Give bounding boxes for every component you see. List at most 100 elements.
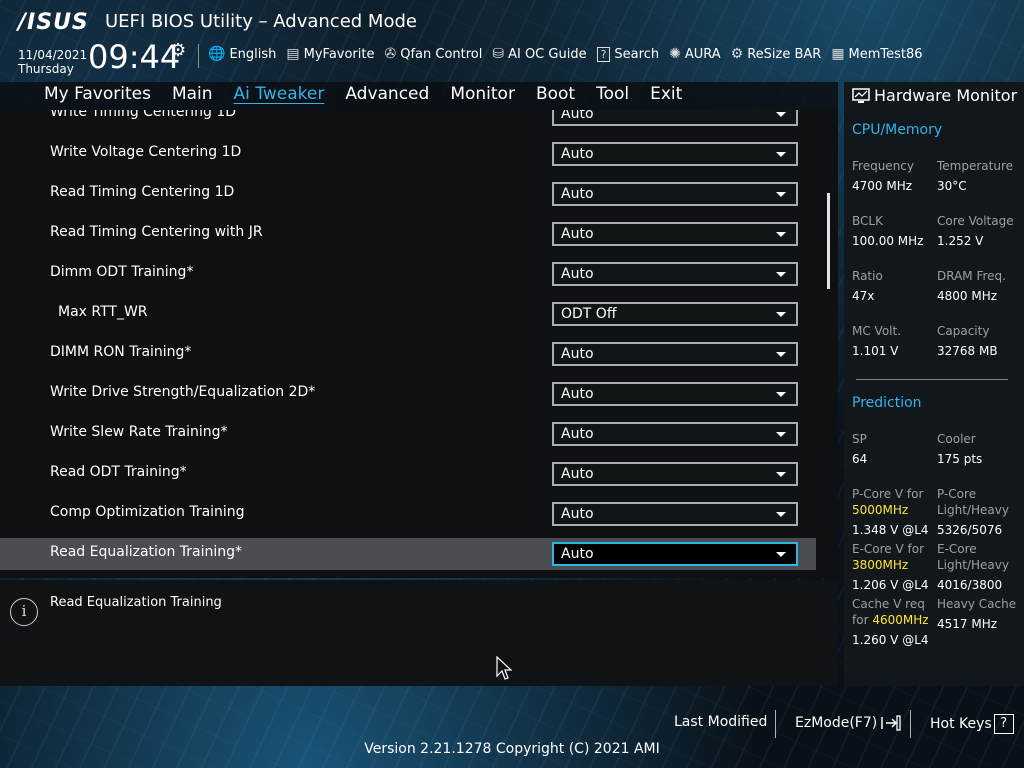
toolbar-label: MemTest86: [848, 46, 923, 62]
setting-label: Read Equalization Training*: [50, 544, 243, 560]
dropdown-arrow-icon: [776, 232, 786, 237]
ai-oc-icon: ⛁: [492, 46, 505, 62]
mc-volt-value: 1.101 V: [852, 344, 899, 358]
ecore-lh-value: 4016/3800: [937, 578, 1003, 592]
heavy-cache-value: 4517 MHz: [937, 617, 998, 631]
ezmode-button[interactable]: EzMode(F7): [795, 714, 902, 732]
dropdown-arrow-icon: [776, 432, 786, 437]
last-modified-button[interactable]: Last Modified: [674, 714, 767, 730]
setting-dropdown[interactable]: Auto: [552, 422, 798, 446]
setting-row[interactable]: Read Equalization Training* Auto: [0, 538, 816, 570]
ecore-v-value: 1.206 V @L4: [852, 578, 929, 592]
clock-settings-gear-icon[interactable]: ⚙: [170, 40, 186, 61]
dram-freq-value: 4800 MHz: [937, 289, 998, 303]
clock[interactable]: 09:44: [88, 38, 180, 76]
setting-dropdown[interactable]: Auto: [552, 182, 798, 206]
scrollbar[interactable]: [827, 193, 830, 289]
setting-value: ODT Off: [561, 306, 617, 322]
sp-value: 64: [852, 452, 868, 466]
tab-exit[interactable]: Exit: [650, 84, 703, 104]
setting-row[interactable]: Read Timing Centering with JR Auto: [0, 218, 816, 250]
core-voltage-label: Core Voltage: [937, 214, 1014, 228]
tab-tool[interactable]: Tool: [596, 84, 650, 104]
setting-dropdown[interactable]: Auto: [552, 262, 798, 286]
dropdown-arrow-icon: [776, 552, 786, 557]
help-question-icon: ?: [993, 714, 1014, 734]
setting-dropdown[interactable]: Auto: [552, 110, 798, 126]
bclk-label: BCLK: [852, 214, 883, 228]
setting-value: Auto: [561, 506, 594, 522]
cache-v-freq: 4600MHz: [872, 613, 929, 627]
setting-label: Write Drive Strength/Equalization 2D*: [50, 384, 316, 400]
toolbar-resize-bar[interactable]: ⚙ ReSize BAR: [731, 46, 822, 62]
setting-row[interactable]: DIMM RON Training* Auto: [0, 338, 816, 370]
core-voltage-value: 1.252 V: [937, 234, 984, 248]
globe-icon: 🌐: [208, 46, 226, 62]
cache-v-for-text: for: [852, 613, 869, 627]
setting-dropdown[interactable]: Auto: [552, 382, 798, 406]
setting-label: DIMM RON Training*: [50, 344, 192, 360]
setting-dropdown[interactable]: Auto: [552, 222, 798, 246]
toolbar-myfavorite[interactable]: ▤ MyFavorite: [286, 46, 374, 62]
hardware-monitor-title: Hardware Monitor: [852, 86, 1017, 105]
setting-dropdown[interactable]: Auto: [552, 342, 798, 366]
toolbar-search[interactable]: ? Search: [596, 46, 659, 62]
setting-value: Auto: [561, 146, 594, 162]
dropdown-arrow-icon: [776, 472, 786, 477]
menu-tabs: My Favorites Main Ai Tweaker Advanced Monito…: [44, 84, 703, 104]
cache-v-label-1: Cache V req: [852, 597, 925, 611]
heavy-cache-label: Heavy Cache: [937, 597, 1017, 611]
setting-row[interactable]: Write Slew Rate Training* Auto: [0, 418, 816, 450]
setting-row[interactable]: Write Timing Centering 1D Auto: [0, 110, 816, 130]
setting-value: Auto: [561, 466, 594, 482]
dropdown-arrow-icon: [776, 152, 786, 157]
setting-row[interactable]: Comp Optimization Training Auto: [0, 498, 816, 530]
toolbar-label: ReSize BAR: [747, 46, 822, 62]
tab-main[interactable]: Main: [172, 84, 234, 104]
tab-ai-tweaker[interactable]: Ai Tweaker: [234, 84, 346, 104]
tab-my-favorites[interactable]: My Favorites: [44, 84, 172, 104]
header-divider: [198, 44, 199, 68]
setting-dropdown[interactable]: Auto: [552, 542, 798, 566]
setting-label: Max RTT_WR: [58, 304, 148, 320]
sp-label: SP: [852, 432, 867, 446]
setting-row[interactable]: Read Timing Centering 1D Auto: [0, 178, 816, 210]
info-icon: i: [10, 598, 38, 626]
setting-value: Auto: [561, 226, 594, 242]
pcore-lh-label-2: Light/Heavy: [937, 503, 1009, 517]
setting-row[interactable]: Write Voltage Centering 1D Auto: [0, 138, 816, 170]
toolbar-english[interactable]: 🌐 English: [208, 46, 276, 62]
setting-row[interactable]: Read ODT Training* Auto: [0, 458, 816, 490]
temperature-label: Temperature: [937, 159, 1014, 173]
toolbar-ai-oc-guide[interactable]: ⛁ AI OC Guide: [492, 46, 586, 62]
setting-dropdown[interactable]: Auto: [552, 142, 798, 166]
toolbar-memtest86[interactable]: ▦ MemTest86: [831, 46, 922, 62]
toolbar-label: AI OC Guide: [508, 46, 587, 62]
tab-boot[interactable]: Boot: [536, 84, 596, 104]
dram-freq-label: DRAM Freq.: [937, 269, 1006, 283]
toolbar-aura[interactable]: ✺ AURA: [669, 46, 721, 62]
setting-value: Auto: [561, 386, 594, 402]
toolbar-qfan-control[interactable]: ✇ Qfan Control: [384, 46, 482, 62]
hot-keys-button[interactable]: Hot Keys?: [930, 714, 1014, 734]
setting-row[interactable]: Write Drive Strength/Equalization 2D* Aut…: [0, 378, 816, 410]
setting-row[interactable]: Max RTT_WR ODT Off: [0, 298, 816, 330]
setting-row[interactable]: Dimm ODT Training* Auto: [0, 258, 816, 290]
hw-divider: [856, 379, 1008, 380]
setting-dropdown[interactable]: Auto: [552, 502, 798, 526]
dropdown-arrow-icon: [776, 192, 786, 197]
tab-advanced[interactable]: Advanced: [345, 84, 450, 104]
setting-label: Read Timing Centering 1D: [50, 184, 235, 200]
setting-label: Dimm ODT Training*: [50, 264, 194, 280]
setting-dropdown[interactable]: Auto: [552, 462, 798, 486]
ratio-value: 47x: [852, 289, 875, 303]
fan-icon: ✇: [384, 46, 397, 62]
setting-value: Auto: [561, 426, 594, 442]
tab-monitor[interactable]: Monitor: [450, 84, 536, 104]
setting-dropdown[interactable]: ODT Off: [552, 302, 798, 326]
cooler-value: 175 pts: [937, 452, 983, 466]
dropdown-arrow-icon: [776, 512, 786, 517]
window-title: UEFI BIOS Utility – Advanced Mode: [105, 11, 417, 32]
setting-label: Read ODT Training*: [50, 464, 187, 480]
setting-label: Write Slew Rate Training*: [50, 424, 228, 440]
